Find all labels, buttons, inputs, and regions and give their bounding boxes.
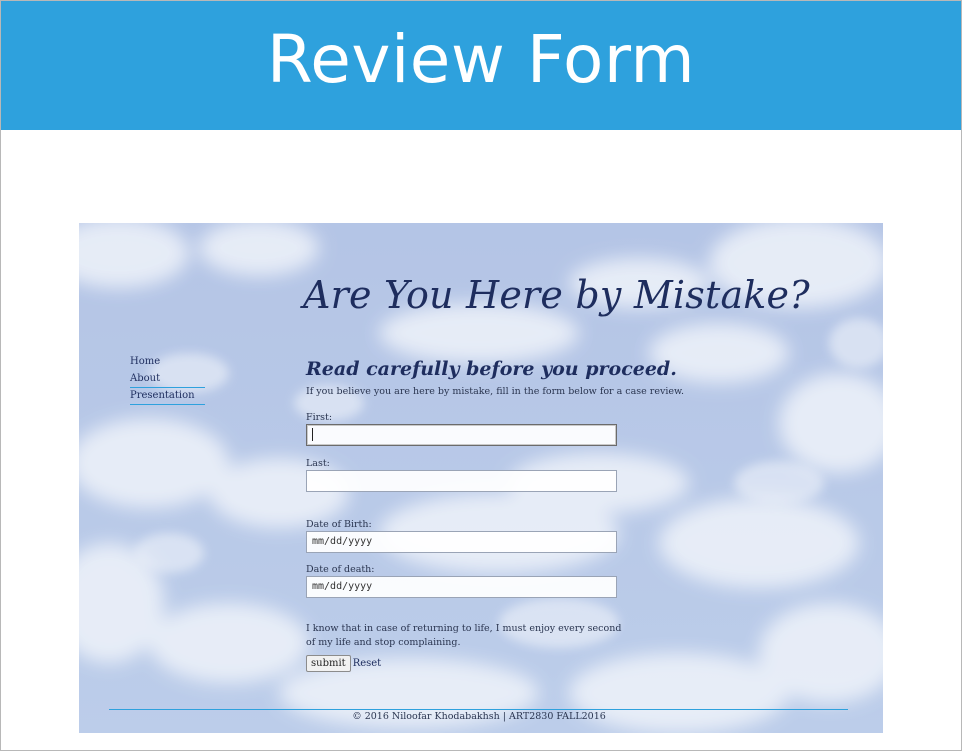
last-name-field[interactable] [306, 470, 617, 492]
form-buttons: submit Reset [306, 651, 636, 672]
date-of-birth-field[interactable]: mm/dd/yyyy [306, 531, 617, 553]
nav-item-home[interactable]: Home [130, 354, 205, 371]
nav-item-about[interactable]: About [130, 371, 205, 388]
section-heading: Read carefully before you proceed. [306, 358, 677, 380]
site-heading: Are You Here by Mistake? [303, 273, 810, 317]
agreement-text: I know that in case of returning to life… [306, 623, 622, 648]
intro-text: If you believe you are here by mistake, … [306, 386, 685, 397]
website-screenshot: Are You Here by Mistake? Home About Pres… [79, 223, 883, 733]
footer-divider [109, 709, 848, 710]
date-of-death-field[interactable]: mm/dd/yyyy [306, 576, 617, 598]
nav-item-presentation[interactable]: Presentation [130, 388, 205, 405]
date-of-death-label: Date of death: [306, 564, 375, 575]
slide-header: Review Form [1, 1, 961, 130]
date-of-birth-label: Date of Birth: [306, 519, 372, 530]
last-name-label: Last: [306, 458, 330, 469]
first-name-label: First: [306, 412, 333, 423]
slide-title: Review Form [266, 21, 696, 98]
text-cursor [312, 427, 313, 441]
first-name-field[interactable] [306, 424, 617, 446]
form-section: Read carefully before you proceed. If yo… [306, 355, 685, 672]
submit-button[interactable]: submit [306, 655, 351, 672]
reset-button[interactable]: Reset [353, 658, 382, 669]
site-footer: © 2016 Niloofar Khodabakhsh | ART2830 FA… [352, 711, 606, 722]
site-nav: Home About Presentation [130, 354, 205, 405]
